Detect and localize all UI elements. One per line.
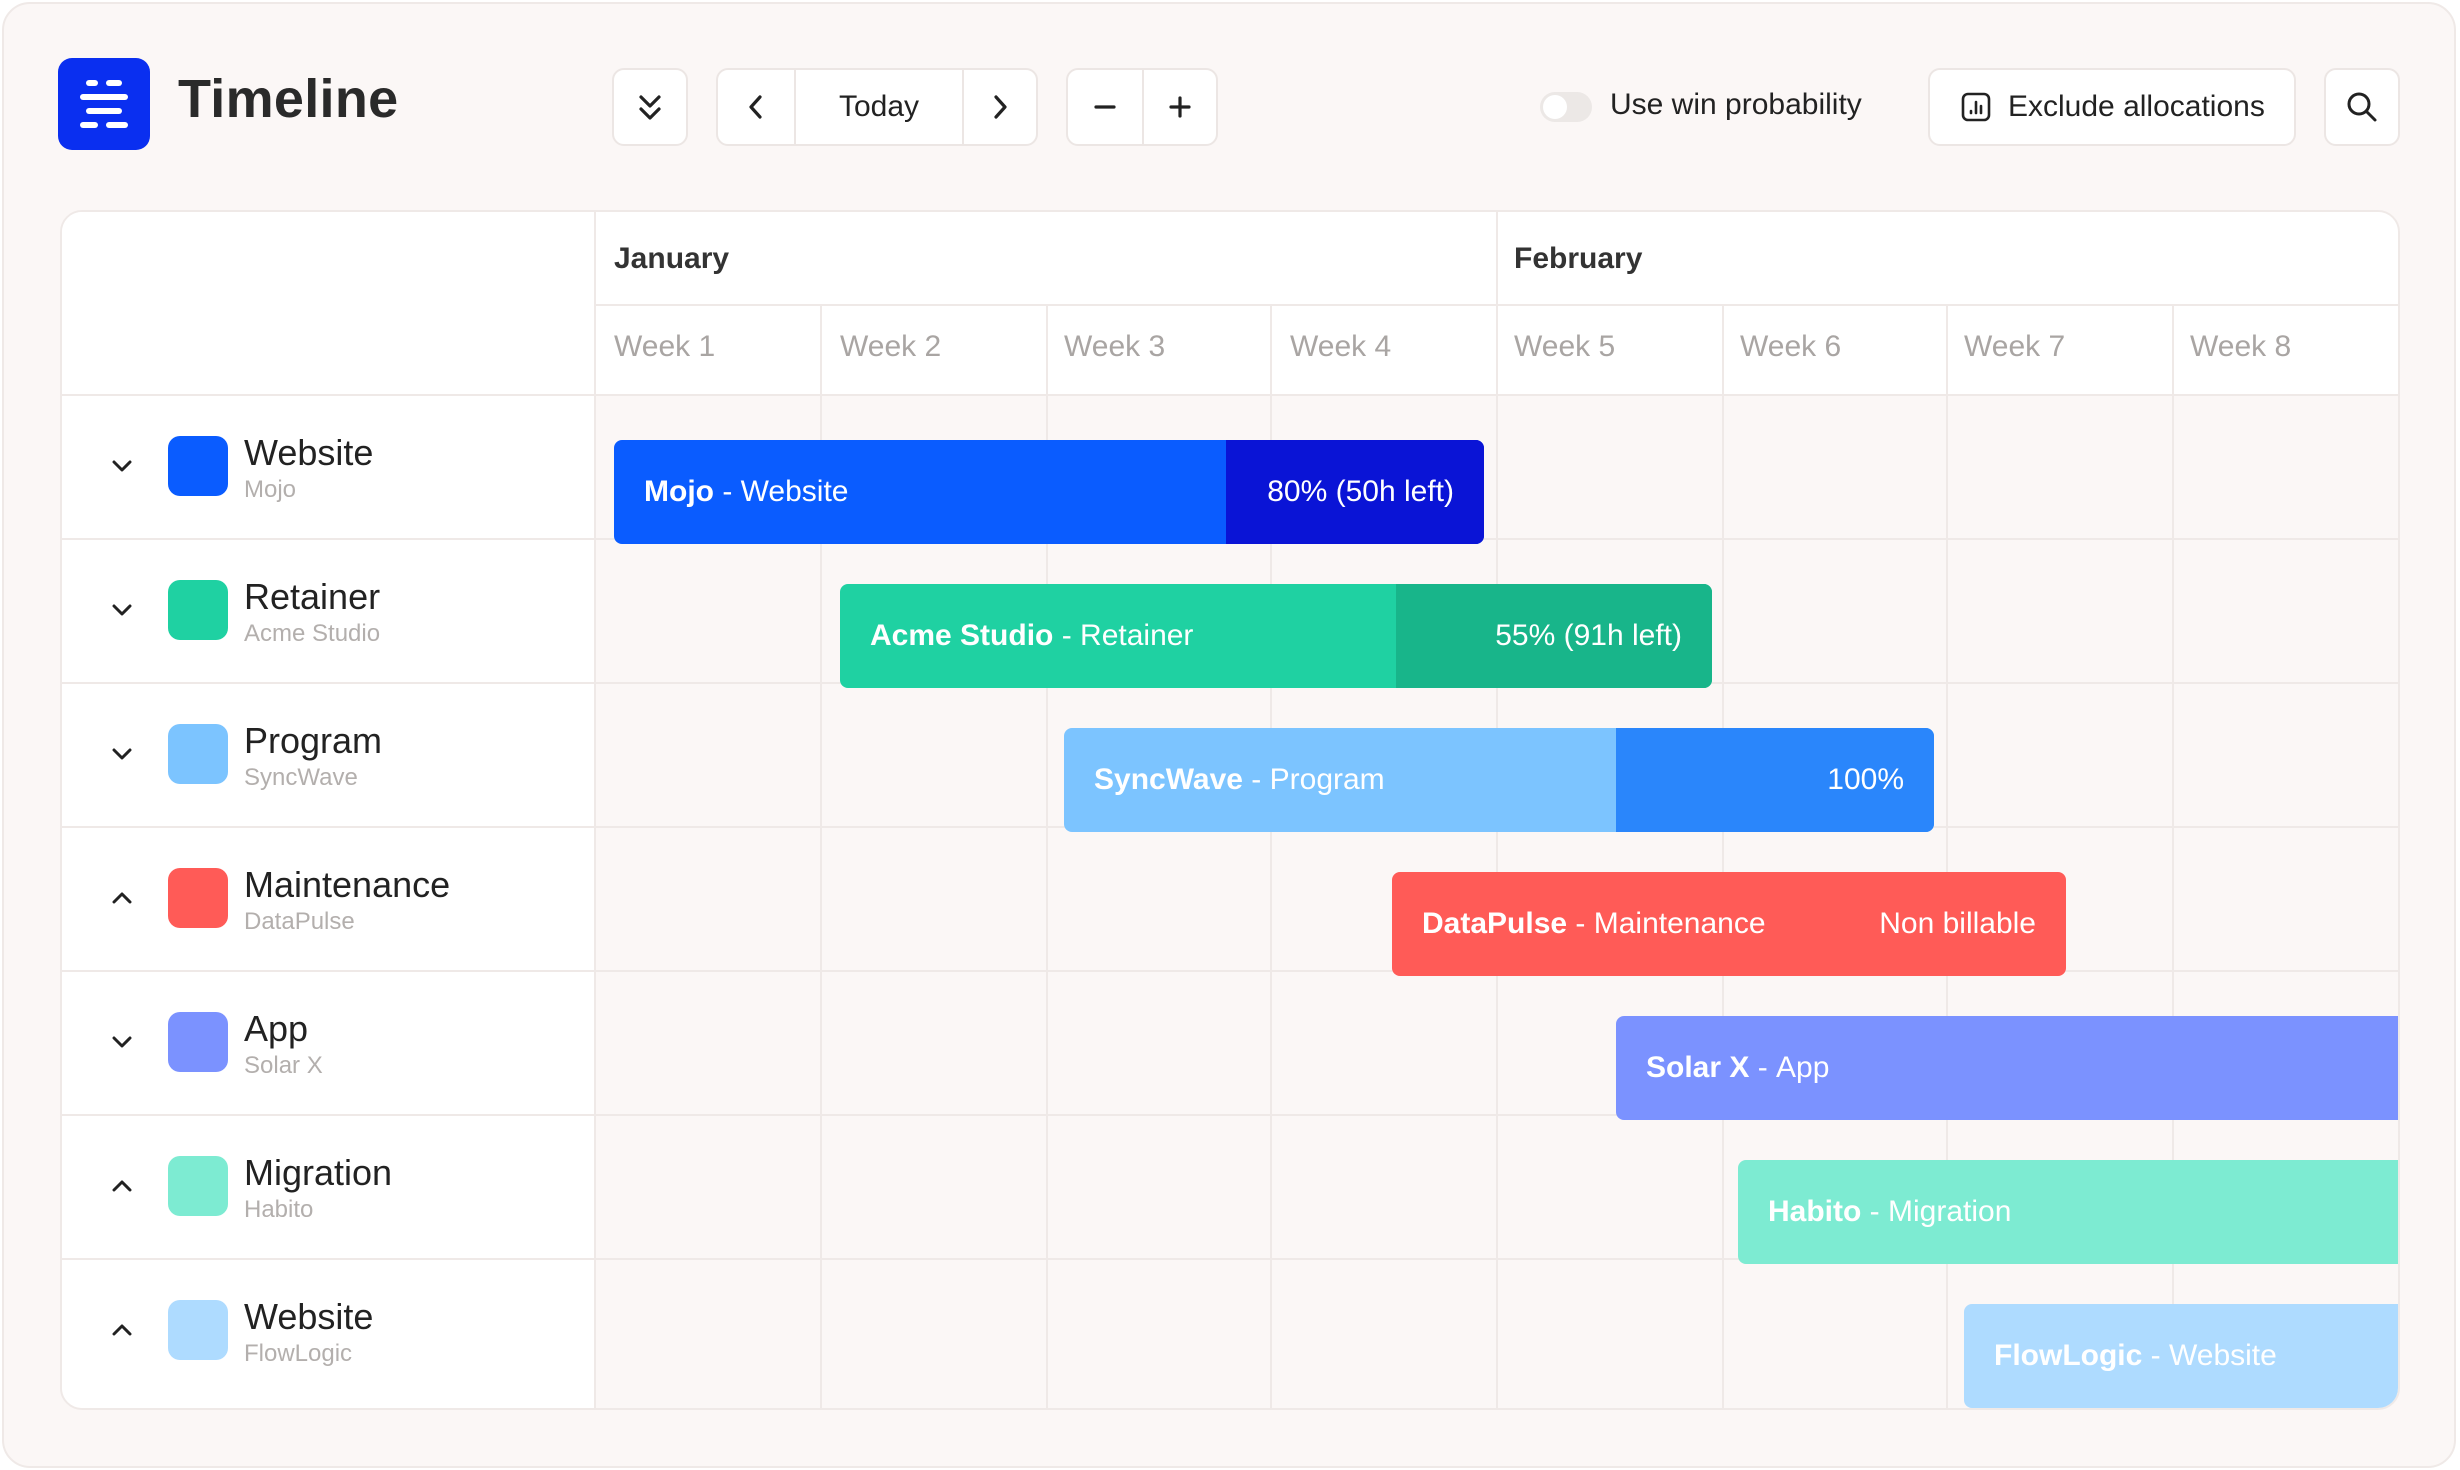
task-label: Acme Studio - Retainer <box>870 619 1194 652</box>
task-label: DataPulse - Maintenance <box>1422 907 1766 940</box>
client-name: DataPulse <box>244 908 355 935</box>
project-name: Website <box>244 1296 374 1337</box>
win-probability-label: Use win probability <box>1610 88 1862 121</box>
project-name: Maintenance <box>244 864 451 905</box>
project-color-swatch <box>168 724 228 784</box>
zoom-out-button[interactable] <box>1068 70 1142 144</box>
project-name: Program <box>244 720 383 761</box>
task-label: Habito - Migration <box>1768 1195 2012 1228</box>
task-bar[interactable]: 55% (91h left) Acme Studio - Retainer <box>840 584 1712 688</box>
task-bar[interactable]: 80% (50h left) Mojo - Website <box>614 440 1484 544</box>
week-label: Week 5 <box>1514 330 1616 363</box>
chevron-down-icon[interactable] <box>106 1026 138 1058</box>
project-row: Retainer Acme Studio <box>62 538 596 682</box>
task-bar[interactable]: 100% SyncWave - Program <box>1064 728 1934 832</box>
project-color-swatch <box>168 1156 228 1216</box>
project-name: Website <box>244 432 374 473</box>
task-label: Mojo - Website <box>644 475 849 508</box>
project-name: Migration <box>244 1152 393 1193</box>
week-label: Week 1 <box>614 330 716 363</box>
project-name: Retainer <box>244 576 381 617</box>
project-name: App <box>244 1008 309 1049</box>
chevron-up-icon[interactable] <box>106 1314 138 1346</box>
project-color-swatch <box>168 1012 228 1072</box>
chevron-right-icon <box>994 95 1007 119</box>
zoom-in-button[interactable] <box>1142 70 1216 144</box>
search-button[interactable] <box>2324 68 2400 146</box>
client-name: FlowLogic <box>244 1340 353 1367</box>
task-bar[interactable]: DataPulse - Maintenance Non billable <box>1392 872 2066 976</box>
previous-button[interactable] <box>718 70 794 144</box>
timeline-grid: January February Week 1 Week 2 Week 3 We… <box>60 210 2400 1410</box>
project-row: App Solar X <box>62 970 596 1114</box>
project-color-swatch <box>168 1300 228 1360</box>
page-title: Timeline <box>178 69 399 129</box>
chevron-left-icon <box>749 95 762 119</box>
task-progress: 100% <box>1616 728 1934 832</box>
win-probability-toggle[interactable] <box>1540 92 1592 122</box>
zoom-controls <box>1066 68 1218 146</box>
double-chevron-down-icon <box>639 95 661 120</box>
date-navigation: Today <box>716 68 1038 146</box>
chevron-down-icon[interactable] <box>106 594 138 626</box>
chart-icon <box>1961 92 1991 122</box>
exclude-allocations-button[interactable]: Exclude allocations <box>1928 68 2296 146</box>
search-icon <box>2347 92 2377 122</box>
task-bar[interactable]: Habito - Migration <box>1738 1160 2398 1264</box>
chevron-up-icon[interactable] <box>106 1170 138 1202</box>
project-color-swatch <box>168 580 228 640</box>
collapse-all-button[interactable] <box>612 68 688 146</box>
chevron-down-icon[interactable] <box>106 738 138 770</box>
client-name: Mojo <box>244 476 297 503</box>
week-label: Week 2 <box>840 330 942 363</box>
task-bar[interactable]: Solar X - App <box>1616 1016 2398 1120</box>
exclude-allocations-label: Exclude allocations <box>2008 90 2265 123</box>
client-name: Habito <box>244 1196 314 1223</box>
project-row: Website FlowLogic <box>62 1258 596 1402</box>
project-row: Website Mojo <box>62 394 596 538</box>
task-label: SyncWave - Program <box>1094 763 1385 796</box>
client-name: Acme Studio <box>244 620 381 647</box>
month-label: January <box>614 242 730 275</box>
task-progress: 55% (91h left) <box>1396 584 1712 688</box>
chevron-down-icon[interactable] <box>106 450 138 482</box>
project-row: Migration Habito <box>62 1114 596 1258</box>
minus-icon <box>1094 105 1116 109</box>
month-label: February <box>1514 242 1643 275</box>
today-button[interactable]: Today <box>794 70 962 144</box>
week-label: Week 7 <box>1964 330 2066 363</box>
week-label: Week 8 <box>2190 330 2292 363</box>
task-bar[interactable]: FlowLogic - Website <box>1964 1304 2398 1408</box>
project-color-swatch <box>168 436 228 496</box>
app-logo-icon <box>58 58 150 150</box>
project-row: Maintenance DataPulse <box>62 826 596 970</box>
next-button[interactable] <box>962 70 1036 144</box>
client-name: Solar X <box>244 1052 323 1079</box>
client-name: SyncWave <box>244 764 358 791</box>
week-label: Week 3 <box>1064 330 1166 363</box>
chevron-up-icon[interactable] <box>106 882 138 914</box>
project-row: Program SyncWave <box>62 682 596 826</box>
week-label: Week 4 <box>1290 330 1392 363</box>
task-label: Solar X - App <box>1646 1051 1830 1084</box>
project-color-swatch <box>168 868 228 928</box>
task-progress: 80% (50h left) <box>1226 440 1484 544</box>
plus-icon <box>1169 96 1191 118</box>
billing-status: Non billable <box>1879 907 2036 940</box>
task-label: FlowLogic - Website <box>1994 1339 2277 1372</box>
week-label: Week 6 <box>1740 330 1842 363</box>
